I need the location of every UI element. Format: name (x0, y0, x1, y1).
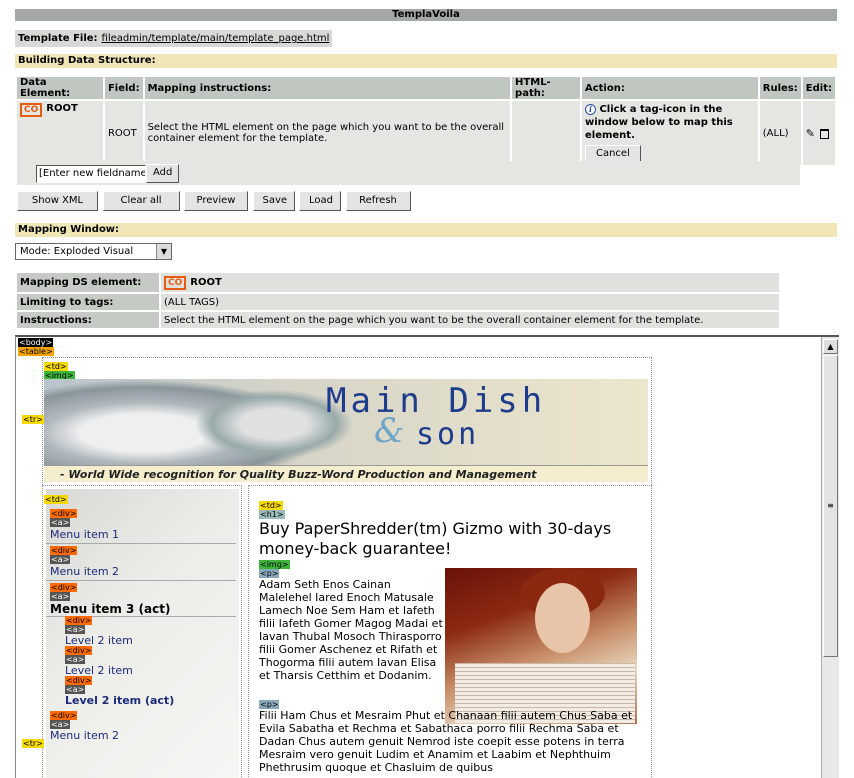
new-fieldname-input[interactable]: [Enter new fieldname] (36, 165, 146, 183)
banner-title: Main Dish (326, 381, 547, 421)
info-icon: i (584, 103, 596, 115)
menu-divider (46, 580, 236, 581)
banner-tagline: - World Wide recognition for Quality Buz… (44, 465, 648, 482)
tag-td[interactable]: <td> (44, 362, 68, 371)
tag-div[interactable]: <div> (50, 583, 78, 592)
col-rules: Rules: (759, 77, 801, 99)
col-html-path: HTML-path: (512, 77, 580, 99)
tag-a[interactable]: <a> (50, 720, 71, 729)
col-field: Field: (104, 77, 143, 99)
col-action: Action: (581, 77, 758, 99)
banner-ampersand: & (374, 411, 405, 451)
col-mapping-instructions: Mapping instructions: (144, 77, 511, 99)
mapping-ds-value: ROOT (190, 277, 222, 288)
action-button-row: Show XML Clear all Preview Save Load Ref… (17, 191, 412, 211)
ds-action-cell: i Click a tag-icon in the window below t… (581, 101, 758, 165)
add-field-button[interactable]: Add (146, 164, 180, 183)
limit-tags-value: (ALL TAGS) (161, 294, 779, 310)
tag-tr[interactable]: <tr> (22, 739, 44, 748)
tag-td[interactable]: <td> (259, 501, 283, 510)
preview-scrollbar[interactable]: ▲ ≡ (821, 337, 839, 778)
ds-instructions-cell: Select the HTML element on the page whic… (144, 101, 511, 165)
tag-a[interactable]: <a> (50, 592, 71, 601)
scroll-up-icon[interactable]: ▲ (823, 339, 838, 354)
menu-item-2[interactable]: Menu item 2 (50, 565, 119, 578)
col-edit: Edit: (802, 77, 835, 99)
action-text: Click a tag-icon in the window below to … (584, 104, 733, 141)
template-file-link[interactable]: fileadmin/template/main/template_page.ht… (102, 33, 330, 44)
tag-tr[interactable]: <tr> (22, 415, 44, 424)
tag-img[interactable]: <img> (259, 560, 290, 569)
content-paragraph-1: Adam Seth Enos Cainan Malelehel Iared En… (259, 578, 443, 682)
mapping-preview-frame: <body> <table> <tr> <td> <img> Main Dish… (15, 335, 839, 778)
clear-all-button[interactable]: Clear all (102, 191, 180, 211)
mapping-ds-value-cell: CO ROOT (161, 273, 779, 292)
save-button[interactable]: Save (252, 191, 295, 211)
container-icon: CO (20, 103, 43, 117)
tag-div[interactable]: <div> (50, 546, 78, 555)
mapping-info-table: Mapping DS element: CO ROOT Limiting to t… (15, 271, 781, 330)
tag-a[interactable]: <a> (50, 518, 71, 527)
tag-div[interactable]: <div> (50, 711, 78, 720)
menu-divider (46, 543, 236, 544)
trash-icon[interactable] (820, 128, 830, 139)
chevron-down-icon[interactable]: ▼ (156, 244, 171, 259)
menu-item-3-active[interactable]: Menu item 3 (act) (50, 602, 170, 616)
tag-div[interactable]: <div> (65, 676, 93, 685)
mapping-window-header: Mapping Window: (15, 223, 837, 237)
instructions-label: Instructions: (17, 312, 159, 328)
menu-level2-item-active[interactable]: Level 2 item (act) (65, 694, 174, 707)
building-ds-header: Building Data Structure: (15, 54, 837, 68)
refresh-button[interactable]: Refresh (345, 191, 411, 211)
mode-select-value: Mode: Exploded Visual (20, 246, 134, 257)
banner-son: son (416, 417, 480, 452)
ds-row-root: CO ROOT ROOT Select the HTML element on t… (17, 101, 835, 165)
tag-table[interactable]: <table> (18, 347, 54, 356)
scroll-thumb[interactable]: ≡ (823, 355, 838, 657)
container-icon: CO (164, 275, 187, 290)
tag-div[interactable]: <div> (65, 646, 93, 655)
content-paragraph-2: Filii Ham Chus et Mesraim Phut et Chanaa… (259, 709, 633, 774)
new-field-row: [Enter new fieldname] Add (17, 161, 800, 185)
ds-html-path-cell (512, 101, 580, 165)
template-file-row: Template File: fileadmin/template/main/te… (15, 30, 333, 47)
pencil-icon[interactable]: ✎ (806, 127, 815, 140)
tag-td[interactable]: <td> (44, 495, 68, 504)
tag-a[interactable]: <a> (65, 655, 86, 664)
header-banner-image: Main Dish & son - World Wide recognition… (44, 379, 648, 482)
menu-item-2b[interactable]: Menu item 2 (50, 729, 119, 742)
photo-face (535, 583, 590, 653)
tag-a[interactable]: <a> (50, 555, 71, 564)
data-structure-table: Data Element: Field: Mapping instruction… (15, 75, 837, 167)
preview-button[interactable]: Preview (184, 191, 248, 211)
col-data-element: Data Element: (17, 77, 103, 99)
limit-tags-label: Limiting to tags: (17, 294, 159, 310)
tag-p[interactable]: <p> (259, 700, 280, 709)
load-button[interactable]: Load (299, 191, 341, 211)
mapping-ds-label: Mapping DS element: (17, 273, 159, 292)
show-xml-button[interactable]: Show XML (17, 191, 98, 211)
module-title: TemplaVoila (15, 9, 837, 21)
tag-h1[interactable]: <h1> (259, 510, 285, 519)
tag-div[interactable]: <div> (65, 616, 93, 625)
tag-body[interactable]: <body> (18, 338, 54, 347)
ds-element-name: ROOT (46, 103, 78, 114)
tag-a[interactable]: <a> (65, 685, 86, 694)
tag-a[interactable]: <a> (65, 625, 86, 634)
instructions-value: Select the HTML element on the page whic… (161, 312, 779, 328)
ds-edit-cell: ✎ (802, 101, 835, 165)
tag-div[interactable]: <div> (50, 509, 78, 518)
office-woman-photo (445, 568, 637, 724)
content-heading: Buy PaperShredder(tm) Gizmo with 30-days… (259, 519, 612, 558)
ds-field-cell: ROOT (104, 101, 143, 165)
template-file-label: Template File: (18, 33, 98, 44)
mode-select[interactable]: Mode: Exploded Visual ▼ (15, 243, 172, 260)
menu-item-1[interactable]: Menu item 1 (50, 528, 119, 541)
tag-p[interactable]: <p> (259, 569, 280, 578)
ds-element-cell: CO ROOT (17, 101, 103, 165)
ds-rules-cell: (ALL) (759, 101, 801, 165)
